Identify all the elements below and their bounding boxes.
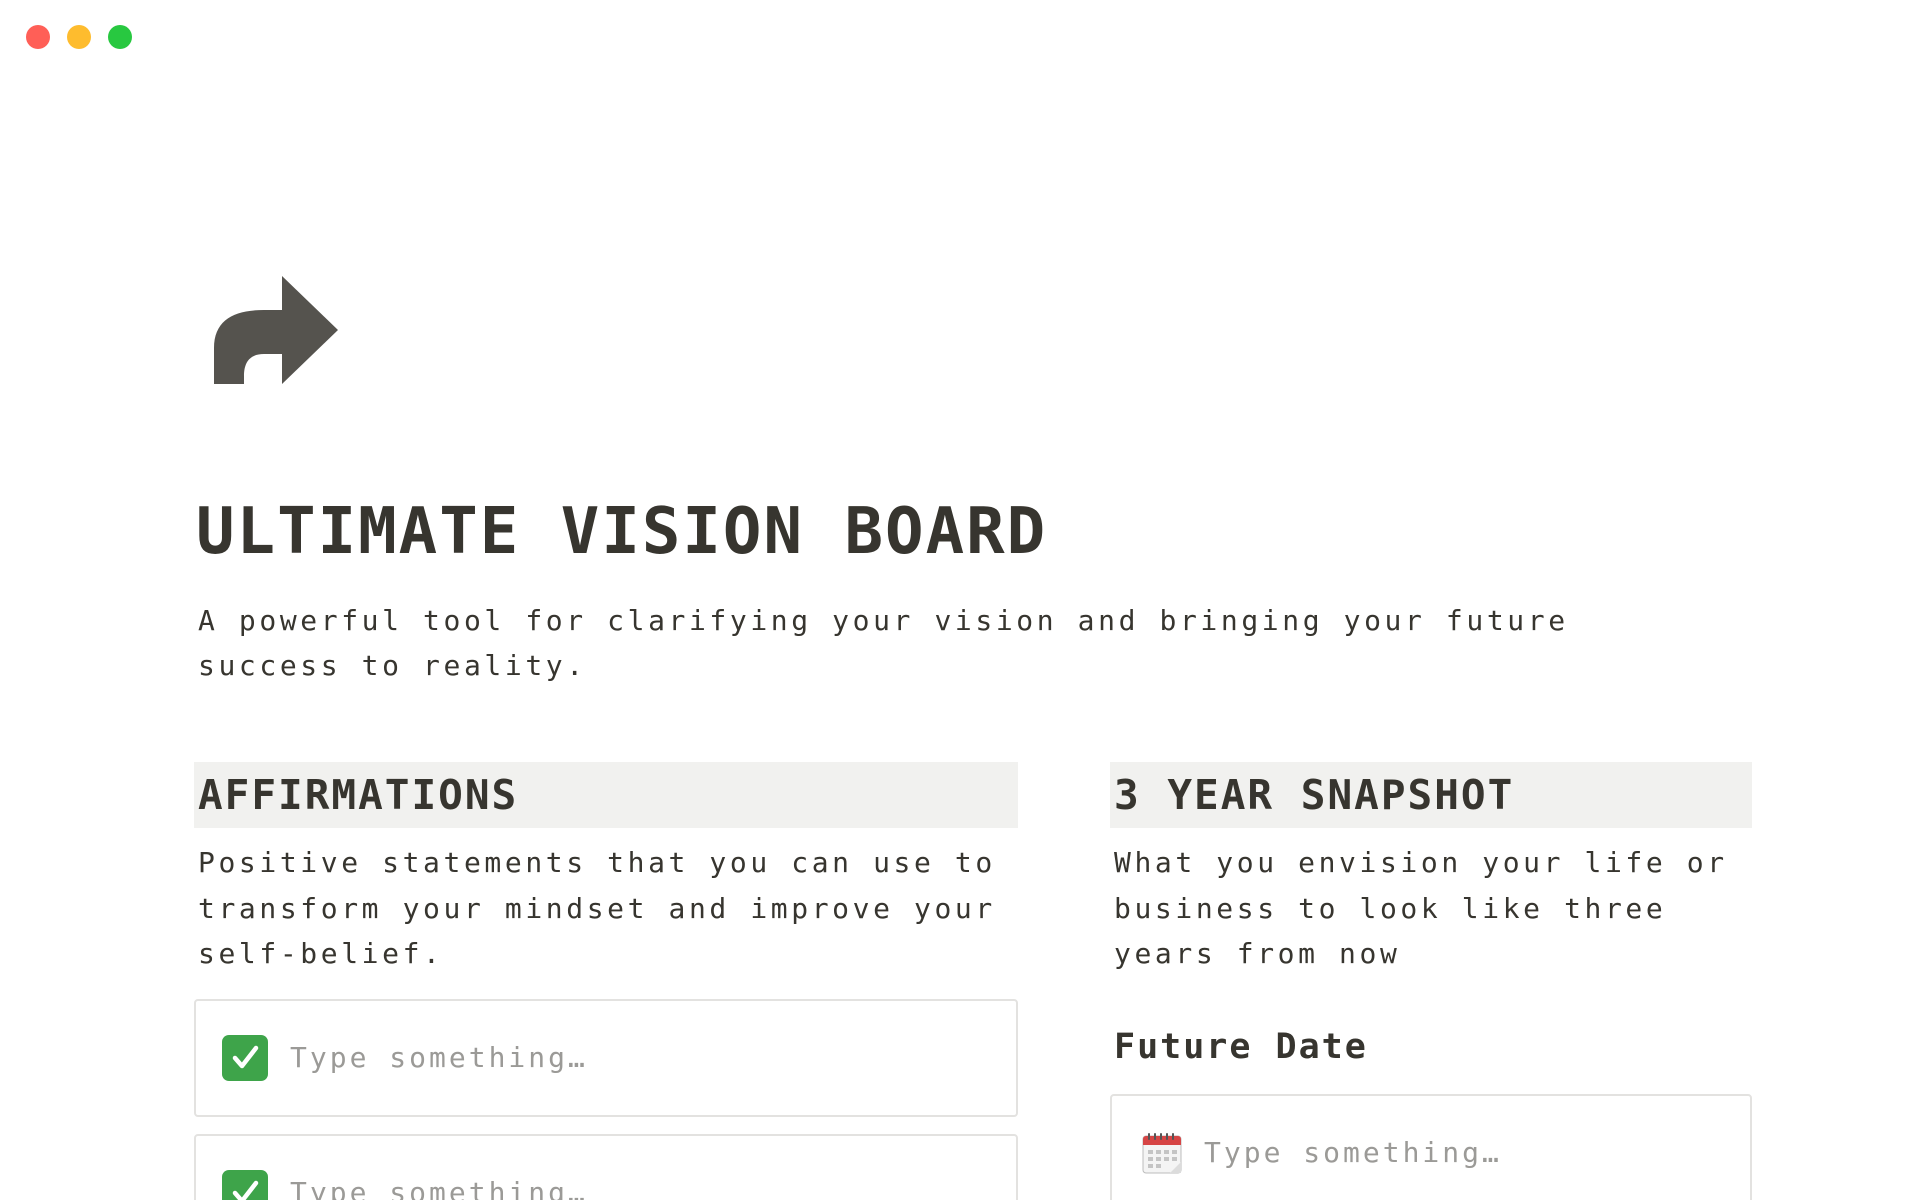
affirmation-item[interactable]: Type something… <box>194 998 1018 1117</box>
future-date-placeholder[interactable]: Type something… <box>1204 1136 1502 1169</box>
window-controls <box>26 25 132 49</box>
affirmations-heading[interactable]: AFFIRMATIONS <box>194 762 1018 828</box>
affirmation-placeholder[interactable]: Type something… <box>290 1041 588 1074</box>
check-mark-icon <box>222 1169 268 1200</box>
page-title[interactable]: ULTIMATE VISION BOARD <box>196 492 1047 572</box>
calendar-icon <box>1142 1132 1182 1173</box>
window-close-button[interactable] <box>26 25 50 49</box>
affirmation-item[interactable]: Type something… <box>194 1133 1018 1200</box>
snapshot-heading[interactable]: 3 YEAR SNAPSHOT <box>1110 762 1752 828</box>
affirmations-description[interactable]: Positive statements that you can use to … <box>198 840 1018 977</box>
check-mark-icon <box>222 1034 268 1081</box>
future-date-label[interactable]: Future Date <box>1114 1022 1752 1072</box>
share-arrow-icon[interactable] <box>214 276 346 384</box>
window-minimize-button[interactable] <box>67 25 91 49</box>
future-date-field[interactable]: Type something… <box>1110 1093 1752 1200</box>
affirmations-column: AFFIRMATIONS Positive statements that yo… <box>194 762 1018 1200</box>
snapshot-column: 3 YEAR SNAPSHOT What you envision your l… <box>1110 762 1752 1200</box>
snapshot-description[interactable]: What you envision your life or business … <box>1114 840 1752 977</box>
affirmation-placeholder[interactable]: Type something… <box>290 1176 588 1200</box>
page-subtitle[interactable]: A powerful tool for clarifying your visi… <box>198 598 1678 688</box>
window-maximize-button[interactable] <box>108 25 132 49</box>
